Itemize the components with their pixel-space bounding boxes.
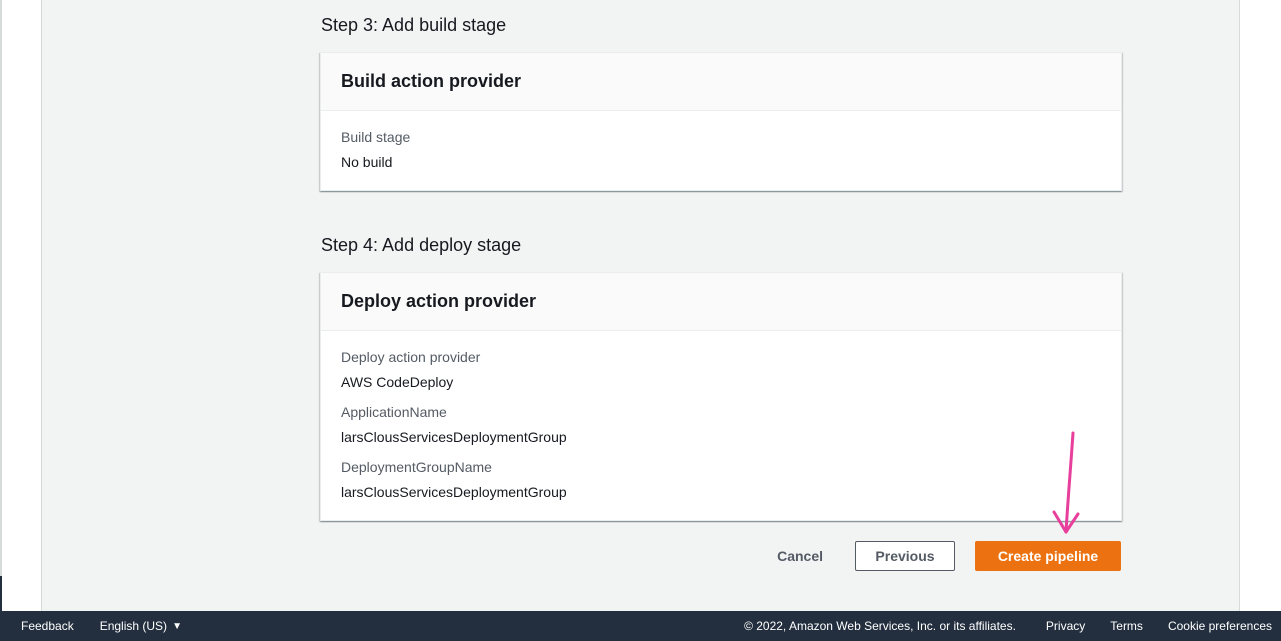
left-border xyxy=(0,0,2,611)
terms-link[interactable]: Terms xyxy=(1110,619,1143,633)
card-title: Deploy action provider xyxy=(341,291,537,311)
footer: Feedback English (US) ▼ © 2022, Amazon W… xyxy=(0,611,1281,641)
wizard-actions: Cancel Previous Create pipeline xyxy=(757,541,1121,571)
step-3-title: Step 3: Add build stage xyxy=(321,15,507,35)
footer-right: © 2022, Amazon Web Services, Inc. or its… xyxy=(744,619,1281,633)
footer-left: Feedback English (US) ▼ xyxy=(0,619,182,633)
field-label: DeploymentGroupName xyxy=(341,459,492,475)
field-label: ApplicationName xyxy=(341,404,447,420)
build-action-provider-card: Build action provider Build stage No bui… xyxy=(320,52,1122,191)
card-header: Deploy action provider xyxy=(321,273,1121,331)
annotation-arrow-icon xyxy=(1052,431,1080,534)
step-4-title: Step 4: Add deploy stage xyxy=(321,235,522,255)
card-body: Build stage No build xyxy=(321,111,1121,172)
card-body: Deploy action provider AWS CodeDeploy Ap… xyxy=(321,331,1121,502)
card-title: Build action provider xyxy=(341,71,522,91)
application-name-field: ApplicationName larsClousServicesDeploym… xyxy=(341,402,1101,447)
cancel-button[interactable]: Cancel xyxy=(757,541,843,571)
field-label: Deploy action provider xyxy=(341,349,481,365)
deploy-action-provider-field: Deploy action provider AWS CodeDeploy xyxy=(341,347,1101,392)
deployment-group-name-field: DeploymentGroupName larsClousServicesDep… xyxy=(341,457,1101,502)
field-value: AWS CodeDeploy xyxy=(341,374,454,390)
create-pipeline-button[interactable]: Create pipeline xyxy=(975,541,1121,571)
field-value: larsClousServicesDeploymentGroup xyxy=(341,429,567,445)
language-label: English (US) xyxy=(99,619,168,633)
privacy-link[interactable]: Privacy xyxy=(1046,619,1085,633)
feedback-link[interactable]: Feedback xyxy=(21,619,74,633)
field-value: larsClousServicesDeploymentGroup xyxy=(341,484,567,500)
page: Step 3: Add build stage Build action pro… xyxy=(0,0,1281,641)
build-stage-field: Build stage No build xyxy=(341,127,1101,172)
cookie-preferences-link[interactable]: Cookie preferences xyxy=(1168,619,1272,633)
caret-down-icon: ▼ xyxy=(172,620,182,632)
left-edge-strip xyxy=(0,576,2,611)
field-value: No build xyxy=(341,154,393,170)
deploy-action-provider-card: Deploy action provider Deploy action pro… xyxy=(320,272,1122,521)
previous-button[interactable]: Previous xyxy=(855,541,955,571)
field-label: Build stage xyxy=(341,129,411,145)
language-selector[interactable]: English (US) ▼ xyxy=(100,619,182,633)
card-header: Build action provider xyxy=(321,53,1121,111)
copyright-text: © 2022, Amazon Web Services, Inc. or its… xyxy=(744,619,1016,633)
